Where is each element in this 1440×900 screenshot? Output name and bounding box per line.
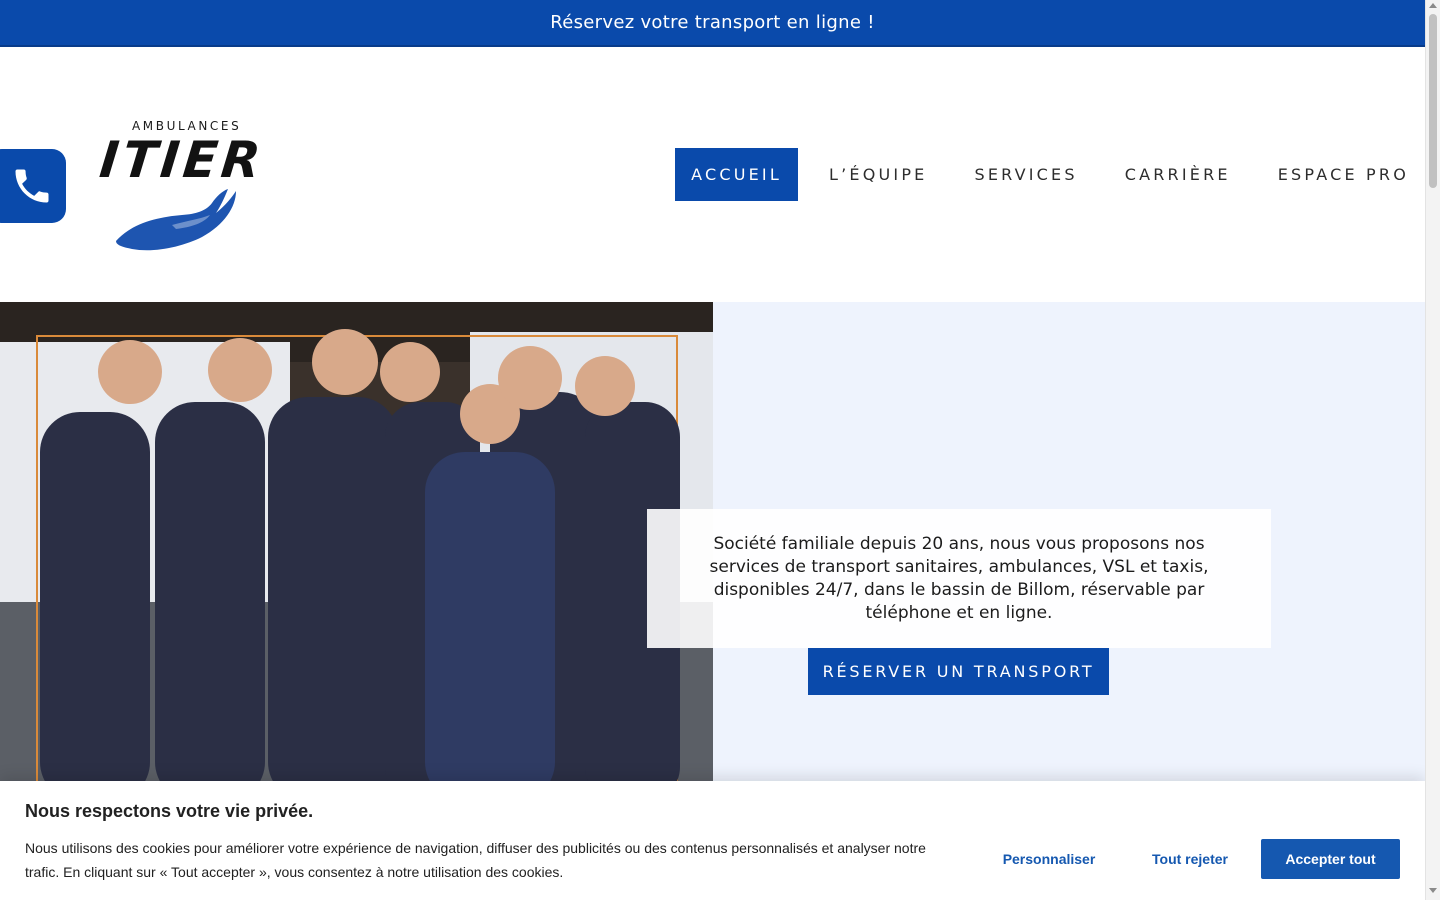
scroll-down-arrow-icon[interactable] xyxy=(1429,888,1437,893)
nav-item-espace-pro[interactable]: ESPACE PRO xyxy=(1262,148,1425,201)
team-photo xyxy=(0,302,713,802)
book-online-link[interactable]: Réservez votre transport en ligne ! xyxy=(550,12,875,33)
hero-section: Société familiale depuis 20 ans, nous vo… xyxy=(0,302,1425,802)
cookie-description: Nous utilisons des cookies pour améliore… xyxy=(25,840,926,880)
phone-button[interactable] xyxy=(0,149,66,223)
site-header: AMBULANCES ITIER ACCUEIL L’ÉQUIPE SERVIC… xyxy=(0,47,1425,302)
reject-all-button[interactable]: Tout rejeter xyxy=(1127,839,1253,879)
nav-item-accueil[interactable]: ACCUEIL xyxy=(675,148,798,201)
scrollbar-thumb[interactable] xyxy=(1429,14,1437,188)
nav-item-services[interactable]: SERVICES xyxy=(958,148,1093,201)
cookie-title: Nous respectons votre vie privée. xyxy=(25,801,314,821)
hand-icon xyxy=(116,189,236,251)
hero-description: Société familiale depuis 20 ans, nous vo… xyxy=(709,533,1209,623)
main-nav: ACCUEIL L’ÉQUIPE SERVICES CARRIÈRE ESPAC… xyxy=(660,148,1425,201)
hero-text-box: Société familiale depuis 20 ans, nous vo… xyxy=(647,509,1271,648)
accept-all-button[interactable]: Accepter tout xyxy=(1261,839,1400,879)
logo-title: ITIER xyxy=(96,131,268,189)
customize-button[interactable]: Personnaliser xyxy=(985,839,1113,879)
announcement-bar: Réservez votre transport en ligne ! xyxy=(0,0,1425,47)
scroll-up-arrow-icon[interactable] xyxy=(1429,3,1437,8)
nav-item-carriere[interactable]: CARRIÈRE xyxy=(1109,148,1247,201)
book-transport-button[interactable]: RÉSERVER UN TRANSPORT xyxy=(808,648,1109,695)
page-scrollbar[interactable] xyxy=(1425,0,1440,900)
cookie-banner: Nous respectons votre vie privée. Nous u… xyxy=(0,781,1425,900)
logo[interactable]: AMBULANCES ITIER xyxy=(96,119,268,251)
phone-icon xyxy=(15,169,49,203)
nav-item-equipe[interactable]: L’ÉQUIPE xyxy=(813,148,944,201)
page: Réservez votre transport en ligne ! AMBU… xyxy=(0,0,1425,900)
